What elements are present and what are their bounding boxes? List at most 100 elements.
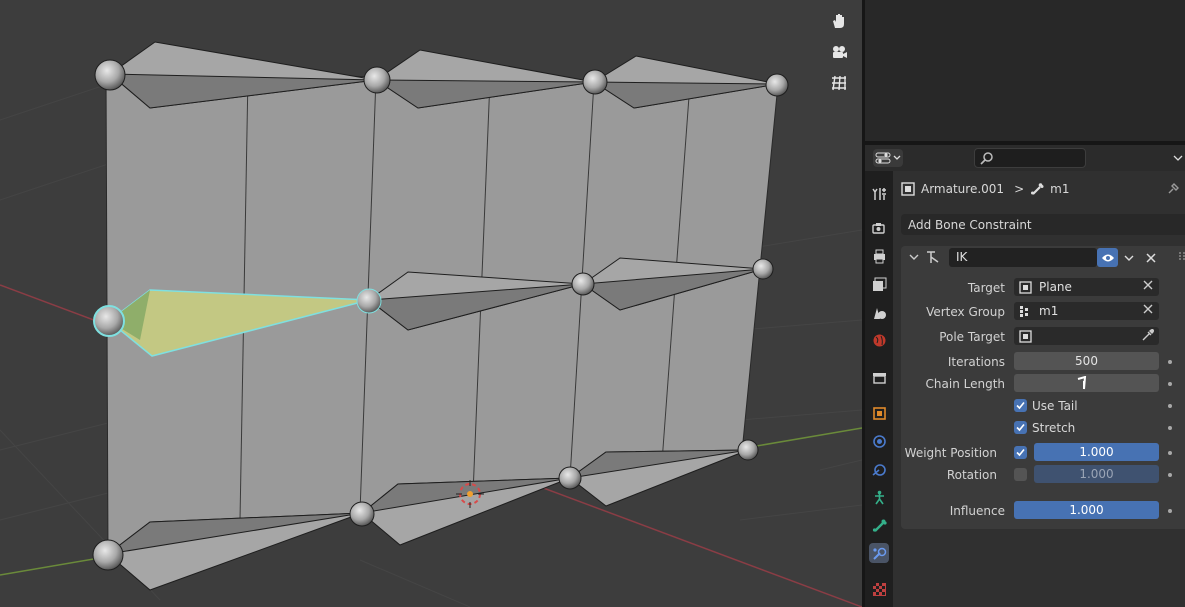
options-dropdown[interactable] [1169,149,1185,167]
search-input[interactable] [974,148,1086,168]
clear-icon[interactable] [1143,280,1153,290]
breadcrumb-object: Armature.001 [921,182,1005,196]
keyframe-dot[interactable] [1168,404,1172,408]
checker-icon [872,582,886,596]
editor-type-button[interactable] [873,149,903,167]
object-square-icon [872,406,886,420]
weight-position-slider[interactable]: 1.000 [1034,443,1159,461]
bone-icon [1031,183,1044,195]
use-tail-checkbox[interactable] [1014,399,1027,412]
physics-circle-icon [872,434,886,448]
rotation-checkbox[interactable] [1014,468,1027,481]
box-icon [872,372,886,384]
pole-target-field[interactable] [1014,327,1159,345]
chevron-down-icon [1173,155,1183,161]
iterations-field[interactable]: 500 [1014,352,1159,370]
properties-editor-icon [875,152,891,164]
tab-bone-constraint[interactable] [869,543,889,563]
globe-icon [873,334,885,346]
tab-world[interactable] [869,330,889,350]
stretch-checkbox[interactable] [1014,421,1027,434]
object-square-icon [1019,329,1032,343]
outliner-area[interactable] [865,0,1185,141]
3d-viewport[interactable] [0,0,862,607]
clear-icon[interactable] [1143,304,1153,314]
tab-bone[interactable] [869,515,889,535]
checkmark-icon [1016,448,1025,457]
tab-scene[interactable] [869,302,889,322]
eye-icon [1101,254,1114,261]
search-icon [980,152,993,165]
constraint-name-input[interactable]: IK [949,248,1097,267]
camera-back-icon [871,222,885,234]
bone-constraint-icon [872,547,886,560]
keyframe-dot[interactable] [1168,360,1172,364]
chevron-down-icon [1124,255,1134,261]
target-field[interactable]: Plane [1014,278,1159,296]
keyframe-dot[interactable] [1168,473,1172,477]
pin-icon[interactable] [1167,181,1181,198]
eyedropper-icon[interactable] [1141,329,1154,342]
vertex-group-label: Vertex Group [926,305,1005,319]
visibility-toggle[interactable] [1097,248,1118,267]
breadcrumb-bone: m1 [1050,182,1070,196]
keyframe-dot[interactable] [1168,509,1172,513]
delete-constraint-button[interactable] [1142,248,1160,267]
bone-icon [872,519,887,532]
tab-texture[interactable] [869,579,889,599]
add-bone-constraint-button[interactable]: Add Bone Constraint [901,214,1185,235]
checkmark-icon [1016,401,1025,410]
image-stack-icon [872,277,886,291]
constraint-icon [871,463,886,476]
keyframe-dot[interactable] [1168,451,1172,455]
close-icon [1146,252,1156,263]
target-value: Plane [1039,280,1072,294]
bone[interactable] [107,512,363,591]
rotation-label: Rotation [946,468,997,482]
use-tail-label: Use Tail [1032,399,1078,413]
keyframe-dot[interactable] [1168,382,1172,386]
constraint-header: IK [901,246,1185,270]
chain-length-label: Chain Length [925,377,1005,391]
ik-constraint-icon [927,251,939,263]
tab-object-constraint[interactable] [869,459,889,479]
bone[interactable] [569,449,749,507]
printer-icon [873,249,885,263]
tab-collection[interactable] [869,367,889,387]
ik-constraint-panel: IK Target Plane Vertex Group m1 Pole Tar… [901,246,1185,529]
weight-position-label: Weight Position [904,446,997,460]
tab-output[interactable] [869,246,889,266]
viewport-scene[interactable] [0,0,862,607]
object-square-icon [1019,280,1032,294]
iterations-label: Iterations [947,355,1005,369]
weight-position-checkbox[interactable] [1014,446,1027,459]
chevron-down-icon[interactable] [909,252,919,262]
properties-header [865,145,1185,171]
properties-tab-bar [865,171,893,607]
tab-physics[interactable] [869,431,889,451]
grid-ortho-icon[interactable] [825,69,853,97]
hand-pan-icon[interactable] [825,7,853,35]
tab-tool[interactable] [869,183,889,203]
keyframe-dot[interactable] [1168,426,1172,430]
influence-label: Influence [949,504,1005,518]
tab-object-data[interactable] [869,487,889,507]
armature-figure-icon [874,490,884,504]
drag-handle-icon[interactable] [1178,251,1185,261]
bone[interactable] [360,477,571,546]
breadcrumb: Armature.001 > m1 [901,180,1069,198]
vertex-group-icon [1020,305,1028,317]
pole-target-label: Pole Target [939,330,1005,344]
tab-object[interactable] [869,403,889,423]
chain-length-field[interactable] [1014,374,1159,392]
constraint-menu-button[interactable] [1120,248,1138,267]
chevron-down-icon [893,155,901,160]
influence-slider[interactable]: 1.000 [1014,501,1159,519]
wrench-icon [871,187,886,200]
tab-render[interactable] [869,218,889,238]
tab-view-layer[interactable] [869,274,889,294]
camera-icon[interactable] [825,38,853,66]
vertex-group-field[interactable]: m1 [1014,302,1159,320]
rotation-slider[interactable]: 1.000 [1034,465,1159,483]
properties-panel: Armature.001 > m1 Add Bone Constraint IK… [893,171,1185,607]
